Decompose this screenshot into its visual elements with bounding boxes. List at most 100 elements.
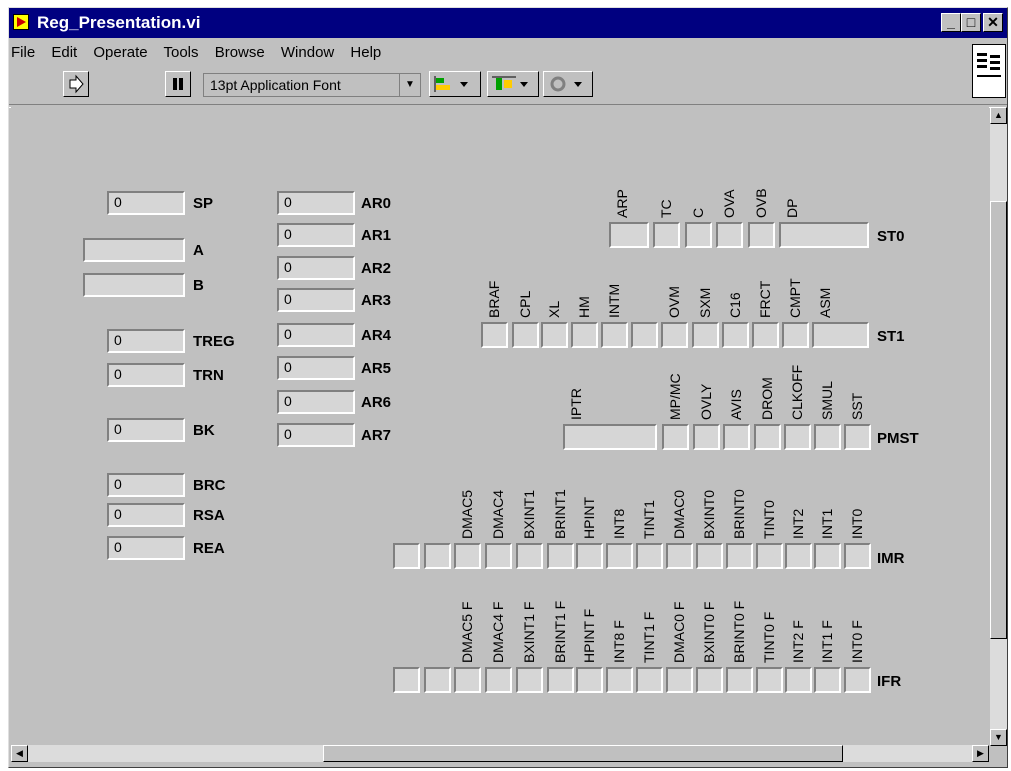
ifr-bit-box: [516, 667, 543, 693]
st1-bit-label: C16: [727, 292, 743, 318]
ifr-bit-label: DMAC4 F: [490, 601, 506, 663]
imr-bit-label: DMAC5: [459, 489, 475, 539]
pmst-bit-box: [814, 424, 841, 450]
menu-tools[interactable]: Tools: [163, 44, 198, 61]
ifr-bit-box: [576, 667, 603, 693]
vertical-scroll-thumb[interactable]: [990, 201, 1007, 639]
vi-icon-pane[interactable]: [972, 44, 1006, 98]
st1-bit-box: [631, 322, 658, 348]
a-label: A: [193, 242, 204, 259]
pmst-bit-box: [723, 424, 750, 450]
ar0-indicator: 0: [277, 191, 355, 215]
ifr-bit-box: [606, 667, 633, 693]
ar7-label: AR7: [361, 427, 392, 444]
imr-bit-label: TINT0: [761, 500, 777, 539]
imr-bit-box: [756, 543, 783, 569]
ifr-bit-box: [696, 667, 723, 693]
menu-browse[interactable]: Browse: [215, 44, 265, 61]
pmst-bit-label: IPTR: [568, 388, 584, 420]
menu-help[interactable]: Help: [350, 44, 381, 61]
st1-bit-label: FRCT: [757, 280, 773, 318]
ifr-bit-label: HPINT F: [581, 608, 597, 663]
rea-label: REA: [193, 540, 225, 557]
ar5-indicator: 0: [277, 356, 355, 380]
vertical-scrollbar[interactable]: ▲ ▼: [990, 107, 1007, 746]
st1-bit-label: BRAF: [486, 280, 502, 318]
maximize-button[interactable]: □: [961, 13, 981, 32]
bk-label: BK: [193, 422, 215, 439]
pmst-bit-label: CLKOFF: [789, 364, 805, 420]
brc-label: BRC: [193, 477, 226, 494]
imr-bit-box: [576, 543, 603, 569]
treg-indicator: 0: [107, 329, 185, 353]
imr-bit-box: [726, 543, 753, 569]
vi-window: Reg_Presentation.vi _ □ ✕ File Edit Oper…: [8, 7, 1008, 768]
a-indicator: [83, 238, 185, 262]
pmst-bit-box: [693, 424, 720, 450]
ifr-label: IFR: [877, 673, 902, 690]
pmst-bit-box: [844, 424, 871, 450]
scroll-right-icon[interactable]: ▶: [972, 745, 989, 762]
imr-bit-label: BRINT0: [731, 489, 747, 539]
st0-bit-label: DP: [784, 198, 800, 218]
imr-bit-box: [696, 543, 723, 569]
menu-edit[interactable]: Edit: [51, 44, 77, 61]
pmst-bit-label: SST: [849, 392, 865, 420]
front-panel: 0 SP A B 0 TREG 0 TRN 0 BK 0 BRC 0 RSA 0…: [11, 107, 989, 746]
pmst-bit-box: [784, 424, 811, 450]
distribute-objects-button[interactable]: [487, 71, 539, 97]
horizontal-scroll-thumb[interactable]: [323, 745, 843, 762]
align-objects-button[interactable]: [429, 71, 481, 97]
menu-file[interactable]: File: [11, 44, 35, 61]
treg-label: TREG: [193, 333, 235, 350]
imr-bit-box: [636, 543, 663, 569]
ifr-bit-label: INT2 F: [790, 620, 806, 663]
scroll-left-icon[interactable]: ◀: [11, 745, 28, 762]
run-button[interactable]: [63, 71, 89, 97]
menu-operate[interactable]: Operate: [93, 44, 147, 61]
brc-indicator: 0: [107, 473, 185, 497]
st1-bit-box: [571, 322, 598, 348]
rsa-label: RSA: [193, 507, 225, 524]
st1-bit-label: SXM: [697, 287, 713, 318]
imr-bit-label: INT0: [849, 508, 865, 539]
st1-bit-label: CPL: [517, 290, 533, 318]
ar5-label: AR5: [361, 360, 392, 377]
imr-bit-box: [547, 543, 574, 569]
labview-vi-icon: [13, 14, 29, 30]
pmst-bit-label: MP/MC: [667, 373, 683, 420]
st1-bit-box: [782, 322, 809, 348]
imr-bit-box: [424, 543, 451, 569]
st1-bit-box: [541, 322, 568, 348]
close-button[interactable]: ✕: [983, 13, 1003, 32]
pause-button[interactable]: [165, 71, 191, 97]
imr-bit-label: INT2: [790, 508, 806, 539]
ar1-indicator: 0: [277, 223, 355, 247]
imr-bit-label: BRINT1: [552, 489, 568, 539]
font-selector[interactable]: 13pt Application Font ▼: [203, 73, 421, 97]
pmst-bit-label: OVLY: [698, 383, 714, 420]
imr-bit-label: DMAC0: [671, 489, 687, 539]
st1-bit-box: [512, 322, 539, 348]
ifr-bit-label: INT8 F: [611, 620, 627, 663]
st1-bit-box: [722, 322, 749, 348]
imr-label: IMR: [877, 550, 905, 567]
scroll-up-icon[interactable]: ▲: [990, 107, 1007, 124]
ifr-bit-box: [726, 667, 753, 693]
imr-bit-label: DMAC4: [490, 489, 506, 539]
imr-bit-label: BXINT1: [521, 489, 537, 539]
font-selector-value: 13pt Application Font: [210, 77, 341, 93]
minimize-button[interactable]: _: [941, 13, 961, 32]
st0-bit-box: [748, 222, 775, 248]
horizontal-scrollbar[interactable]: ◀ ▶: [11, 745, 989, 762]
reorder-button[interactable]: [543, 71, 593, 97]
b-indicator: [83, 273, 185, 297]
ifr-bit-label: INT1 F: [819, 620, 835, 663]
menu-window[interactable]: Window: [281, 44, 334, 61]
imr-bit-box: [454, 543, 481, 569]
ar1-label: AR1: [361, 227, 392, 244]
pmst-bit-box: [563, 424, 657, 450]
scroll-down-icon[interactable]: ▼: [990, 729, 1007, 746]
b-label: B: [193, 277, 204, 294]
ifr-bit-box: [814, 667, 841, 693]
